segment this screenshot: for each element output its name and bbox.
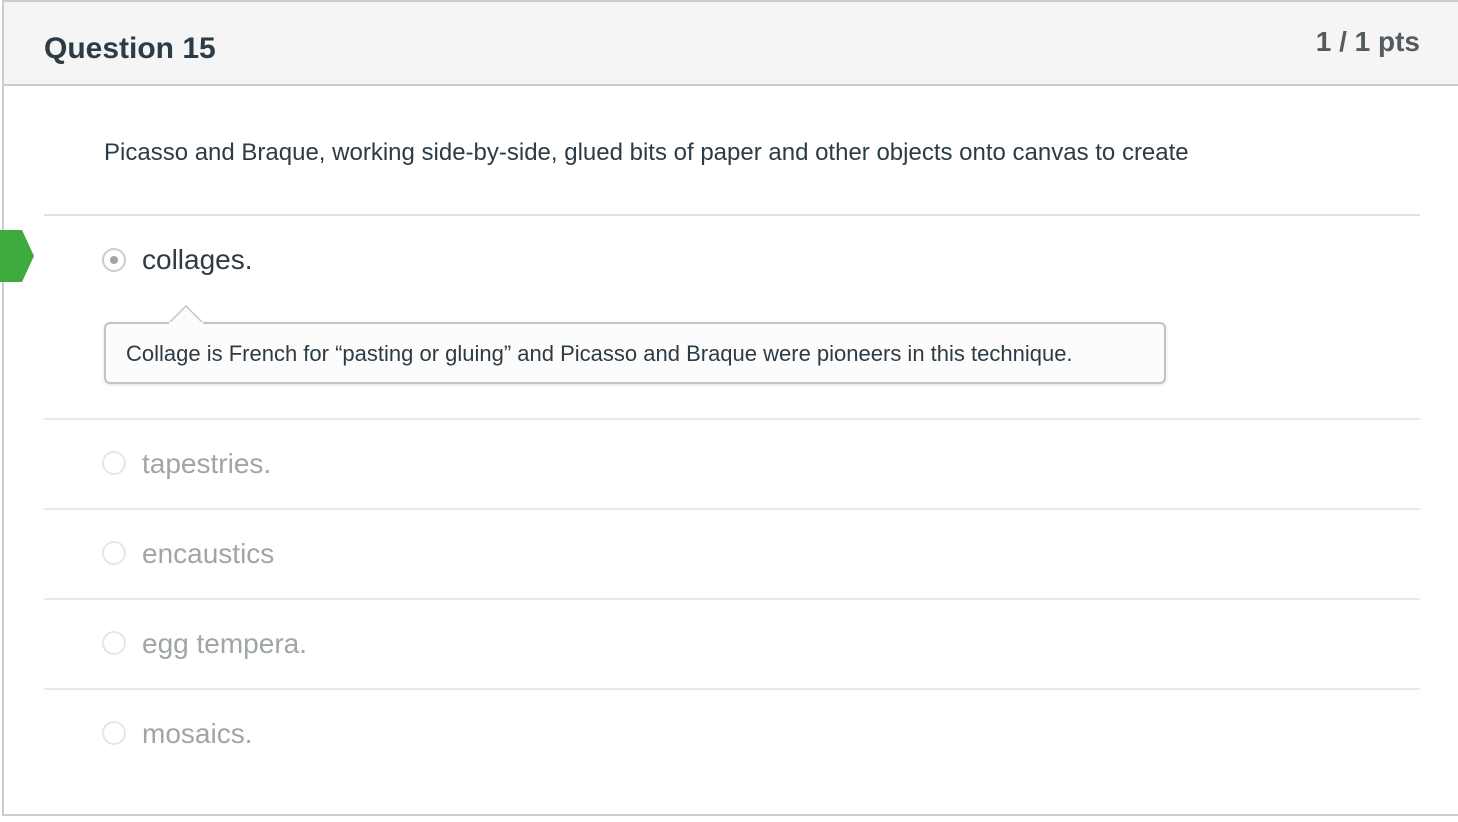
answer-label: mosaics. [142,718,253,749]
answer-option-mosaics[interactable]: mosaics. [44,688,1420,778]
radio-button[interactable] [102,541,126,565]
radio-dot-icon [110,256,118,264]
question-title: Question 15 [44,32,216,65]
question-points: 1 / 1 pts [1315,26,1420,57]
answer-option-collages[interactable]: collages. Collage is French for “pasting… [0,214,1420,418]
quiz-question: Question 15 1 / 1 pts Picasso and Braque… [0,0,1458,816]
answer-label: collages. [142,244,253,275]
radio-button-selected[interactable] [102,248,126,272]
question-header: Question 15 1 / 1 pts [4,2,1458,86]
answer-label: egg tempera. [142,628,307,659]
answer-comment: Collage is French for “pasting or gluing… [104,304,1166,384]
radio-button[interactable] [102,631,126,655]
radio-button[interactable] [102,451,126,475]
answer-list: collages. Collage is French for “pasting… [0,214,1420,778]
answer-label: encaustics [142,538,275,569]
answer-option-encaustics[interactable]: encaustics [44,508,1420,598]
correct-answer-arrow-icon [0,230,34,282]
answer-option-tapestries[interactable]: tapestries. [44,418,1420,508]
comment-pointer-icon [168,304,204,324]
question-text: Picasso and Braque, working side-by-side… [104,139,1189,166]
answer-option-egg-tempera[interactable]: egg tempera. [44,598,1420,688]
radio-button[interactable] [102,721,126,745]
answer-comment-text: Collage is French for “pasting or gluing… [126,341,1073,366]
answer-label: tapestries. [142,448,272,479]
